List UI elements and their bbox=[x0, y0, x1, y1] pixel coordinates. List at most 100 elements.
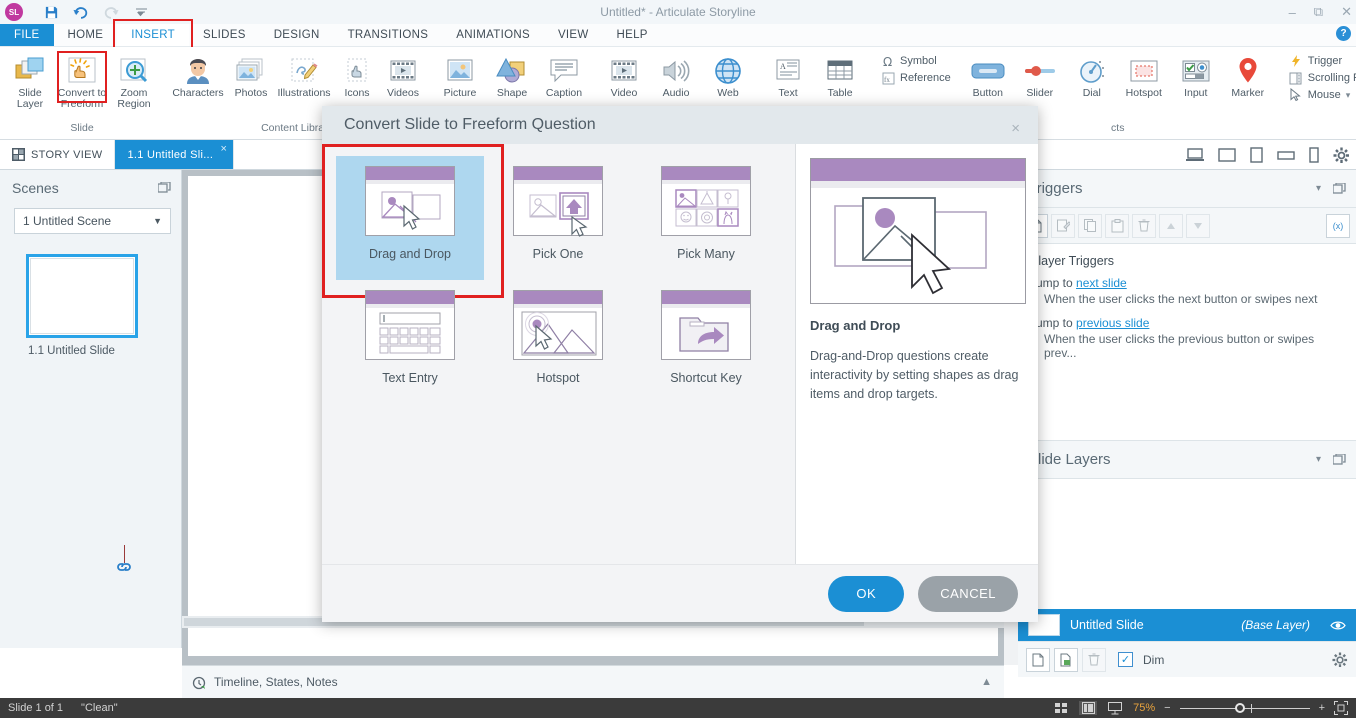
slide-thumbnail-wrap[interactable]: 1.1 Untitled Slide bbox=[26, 254, 181, 357]
triggers-collapse-icon[interactable]: ▾ bbox=[1316, 183, 1321, 194]
layers-undock-icon[interactable] bbox=[1333, 454, 1346, 466]
tab-home[interactable]: HOME bbox=[54, 24, 118, 46]
ribbon-button-convert-to-freeform[interactable]: Convert to Freeform bbox=[56, 52, 108, 113]
ribbon-button-photos[interactable]: Photos bbox=[228, 52, 274, 101]
ribbon-button-web[interactable]: Web bbox=[702, 52, 754, 101]
question-type-text-entry[interactable]: Text Entry bbox=[336, 280, 484, 404]
cancel-button[interactable]: CANCEL bbox=[918, 576, 1018, 612]
zoom-in-button[interactable]: + bbox=[1319, 702, 1325, 714]
ribbon-button-characters[interactable]: Characters bbox=[168, 52, 228, 101]
layers-collapse-icon[interactable]: ▾ bbox=[1316, 454, 1321, 465]
dialog-close-icon[interactable]: × bbox=[1011, 120, 1020, 137]
ribbon-button-slide-layer[interactable]: Slide Layer bbox=[4, 52, 56, 113]
tab-help[interactable]: HELP bbox=[603, 24, 662, 46]
ribbon-button-marker[interactable]: Marker bbox=[1222, 52, 1274, 101]
move-up-icon[interactable] bbox=[1159, 214, 1183, 238]
ribbon-button-videos[interactable]: Videos bbox=[380, 52, 426, 101]
question-type-shortcut-key[interactable]: Shortcut Key bbox=[632, 280, 780, 404]
scene-dropdown[interactable]: 1 Untitled Scene ▼ bbox=[14, 208, 171, 234]
tab-insert[interactable]: INSERT bbox=[117, 24, 189, 46]
tab-story-view[interactable]: STORY VIEW bbox=[0, 140, 115, 169]
ribbon-button-button[interactable]: Button bbox=[962, 52, 1014, 101]
paste-trigger-icon[interactable] bbox=[1105, 214, 1129, 238]
tab-view[interactable]: VIEW bbox=[544, 24, 603, 46]
trigger-2-link[interactable]: previous slide bbox=[1076, 316, 1149, 330]
ribbon-button-slider[interactable]: Slider bbox=[1014, 52, 1066, 101]
tab-slides[interactable]: SLIDES bbox=[189, 24, 260, 46]
question-type-drag-and-drop[interactable]: Drag and Drop bbox=[336, 156, 484, 280]
tablet-portrait-icon[interactable] bbox=[1250, 147, 1263, 163]
tab-close-icon[interactable]: × bbox=[221, 143, 228, 155]
minimize-button[interactable]: – bbox=[1289, 5, 1296, 20]
ribbon-button-shape[interactable]: Shape bbox=[486, 52, 538, 101]
copy-trigger-icon[interactable] bbox=[1078, 214, 1102, 238]
ribbon-button-illustrations[interactable]: Illustrations bbox=[274, 52, 334, 101]
question-type-label-text-entry: Text Entry bbox=[382, 371, 438, 385]
drag-and-drop-icon bbox=[365, 166, 455, 236]
ribbon-button-text[interactable]: A Text bbox=[762, 52, 814, 101]
ribbon-button-input[interactable]: Input bbox=[1170, 52, 1222, 101]
mouse-caret-icon[interactable]: ▾ bbox=[1346, 90, 1351, 101]
ribbon-button-icons[interactable]: Icons bbox=[334, 52, 380, 101]
tab-slide-1-1[interactable]: 1.1 Untitled Sli... × bbox=[115, 140, 234, 169]
fit-to-window-icon[interactable] bbox=[1334, 701, 1348, 715]
tab-animations[interactable]: ANIMATIONS bbox=[442, 24, 544, 46]
phone-icon[interactable] bbox=[1309, 147, 1319, 163]
presenter-view-icon[interactable] bbox=[1106, 701, 1124, 715]
delete-layer-icon[interactable] bbox=[1082, 648, 1106, 672]
slide-thumbnail[interactable] bbox=[26, 254, 138, 338]
ok-button[interactable]: OK bbox=[828, 576, 904, 612]
zoom-slider-knob[interactable] bbox=[1235, 703, 1245, 713]
ribbon-button-video[interactable]: Video bbox=[598, 52, 650, 101]
ribbon-button-mouse[interactable]: Mouse ▾ bbox=[1286, 87, 1356, 103]
trigger-row-2[interactable]: Jump to previous slide bbox=[1030, 316, 1344, 330]
layer-row-base[interactable]: Untitled Slide (Base Layer) bbox=[1018, 609, 1356, 641]
question-type-pick-one[interactable]: Pick One bbox=[484, 156, 632, 280]
ribbon-button-caption[interactable]: Caption bbox=[538, 52, 590, 101]
variables-icon[interactable]: (x) bbox=[1326, 214, 1350, 238]
triggers-undock-icon[interactable] bbox=[1333, 183, 1346, 195]
restore-button[interactable]: ⧉ bbox=[1314, 4, 1323, 20]
trigger-row-1[interactable]: Jump to next slide bbox=[1030, 276, 1344, 290]
tab-transitions[interactable]: TRANSITIONS bbox=[334, 24, 443, 46]
ribbon-button-reference[interactable]: fx Reference bbox=[878, 70, 954, 86]
ribbon-button-table[interactable]: Table bbox=[814, 52, 866, 101]
help-icon[interactable]: ? bbox=[1336, 26, 1351, 41]
tablet-landscape-icon[interactable] bbox=[1277, 149, 1295, 161]
ribbon-button-symbol[interactable]: Ω Symbol bbox=[878, 53, 954, 69]
dim-checkbox[interactable]: ✓ bbox=[1118, 652, 1133, 667]
chevron-down-icon[interactable]: ▼ bbox=[153, 216, 162, 226]
ribbon-button-audio[interactable]: Audio bbox=[650, 52, 702, 101]
question-type-hotspot[interactable]: Hotspot bbox=[484, 280, 632, 404]
zoom-slider[interactable] bbox=[1180, 703, 1310, 713]
duplicate-layer-icon[interactable] bbox=[1054, 648, 1078, 672]
ribbon-button-hotspot[interactable]: Hotspot bbox=[1118, 52, 1170, 101]
tab-design[interactable]: DESIGN bbox=[260, 24, 334, 46]
grid-view-icon[interactable] bbox=[1052, 701, 1070, 715]
ribbon-button-zoom-region[interactable]: Zoom Region bbox=[108, 52, 160, 113]
move-down-icon[interactable] bbox=[1186, 214, 1210, 238]
ribbon-button-dial[interactable]: Dial bbox=[1066, 52, 1118, 101]
question-type-pick-many[interactable]: Pick Many bbox=[632, 156, 780, 280]
ribbon-label-hotspot: Hotspot bbox=[1126, 88, 1162, 99]
edit-trigger-icon[interactable] bbox=[1051, 214, 1075, 238]
new-layer-icon[interactable] bbox=[1026, 648, 1050, 672]
desktop-icon[interactable] bbox=[1186, 148, 1204, 162]
layers-gear-icon[interactable] bbox=[1332, 652, 1348, 668]
delete-trigger-icon[interactable] bbox=[1132, 214, 1156, 238]
eye-icon[interactable] bbox=[1330, 620, 1346, 631]
ribbon-button-scrolling-panel[interactable]: Scrolling Panel bbox=[1286, 70, 1356, 86]
close-button[interactable]: ✕ bbox=[1341, 4, 1352, 20]
tab-file[interactable]: FILE bbox=[0, 24, 54, 46]
link-icon[interactable] bbox=[116, 562, 132, 572]
normal-view-icon[interactable] bbox=[1079, 701, 1097, 715]
timeline-expand-icon[interactable]: ▲ bbox=[981, 676, 992, 688]
ribbon-button-trigger[interactable]: Trigger bbox=[1286, 53, 1356, 69]
player-gear-icon[interactable] bbox=[1333, 147, 1350, 164]
browser-icon[interactable] bbox=[1218, 148, 1236, 162]
zoom-out-button[interactable]: − bbox=[1164, 702, 1170, 714]
ribbon-button-picture[interactable]: Picture bbox=[434, 52, 486, 101]
timeline-bar[interactable]: Timeline, States, Notes ▲ bbox=[182, 665, 1004, 698]
trigger-1-link[interactable]: next slide bbox=[1076, 276, 1127, 290]
undock-icon[interactable] bbox=[158, 182, 171, 194]
